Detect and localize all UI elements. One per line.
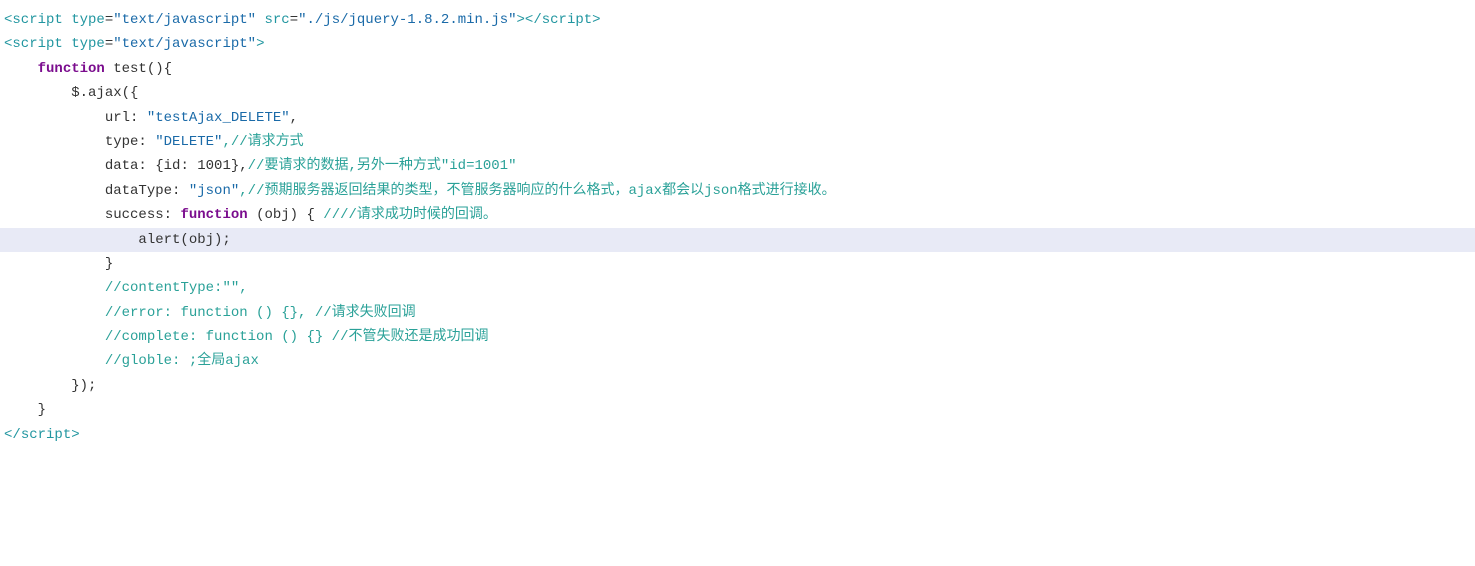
code-line: type: "DELETE",//请求方式	[0, 130, 1475, 154]
code-line: //complete: function () {} //不管失败还是成功回调	[0, 325, 1475, 349]
code-line: //error: function () {}, //请求失败回调	[0, 301, 1475, 325]
code-editor: <script type="text/javascript" src="./js…	[0, 0, 1475, 566]
code-line: <script type="text/javascript">	[0, 32, 1475, 56]
code-line: //contentType:"",	[0, 276, 1475, 300]
code-line: //globle: ;全局ajax	[0, 349, 1475, 373]
code-line: });	[0, 374, 1475, 398]
code-line: }	[0, 398, 1475, 422]
code-line: </script>	[0, 423, 1475, 447]
code-line: <script type="text/javascript" src="./js…	[0, 8, 1475, 32]
code-line: }	[0, 252, 1475, 276]
code-line: $.ajax({	[0, 81, 1475, 105]
code-line: alert(obj);	[0, 228, 1475, 252]
code-line: url: "testAjax_DELETE",	[0, 106, 1475, 130]
code-line: data: {id: 1001},//要请求的数据,另外一种方式"id=1001…	[0, 154, 1475, 178]
code-line: function test(){	[0, 57, 1475, 81]
code-line: success: function (obj) { ////请求成功时候的回调。	[0, 203, 1475, 227]
code-line: dataType: "json",//预期服务器返回结果的类型，不管服务器响应的…	[0, 179, 1475, 203]
